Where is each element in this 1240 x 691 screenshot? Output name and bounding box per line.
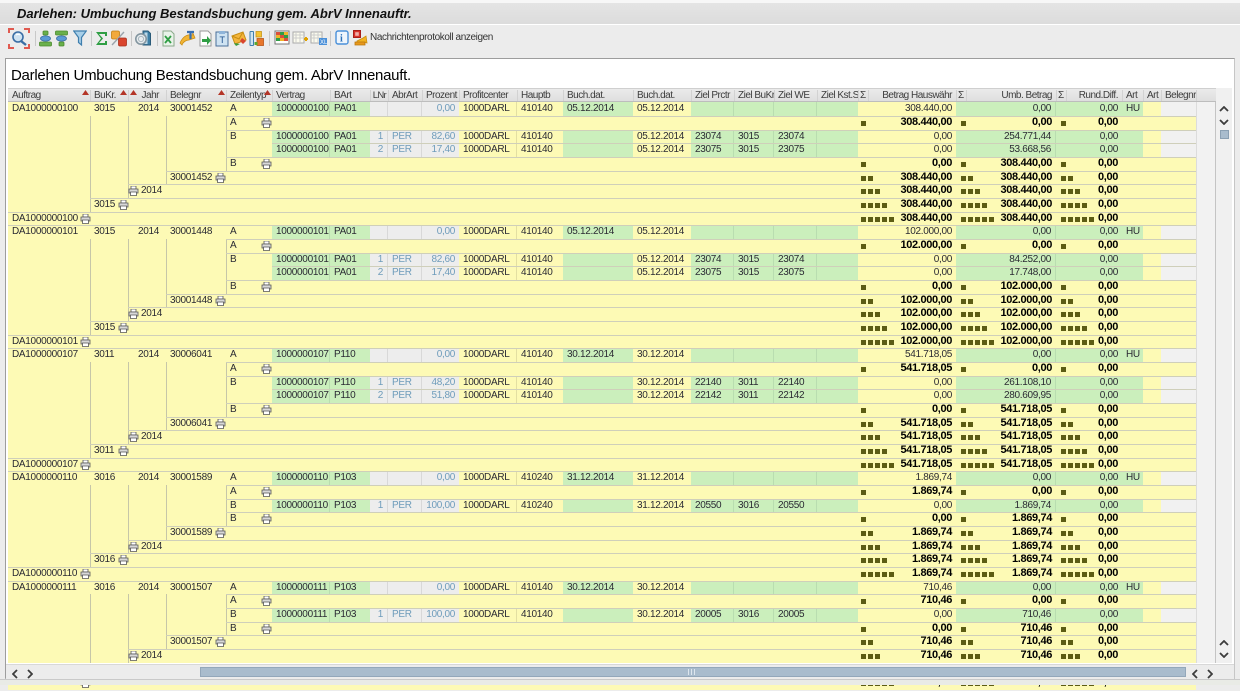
svg-text:XL: XL: [320, 40, 327, 46]
svg-text:T: T: [220, 35, 226, 45]
svg-text:i: i: [340, 34, 343, 45]
